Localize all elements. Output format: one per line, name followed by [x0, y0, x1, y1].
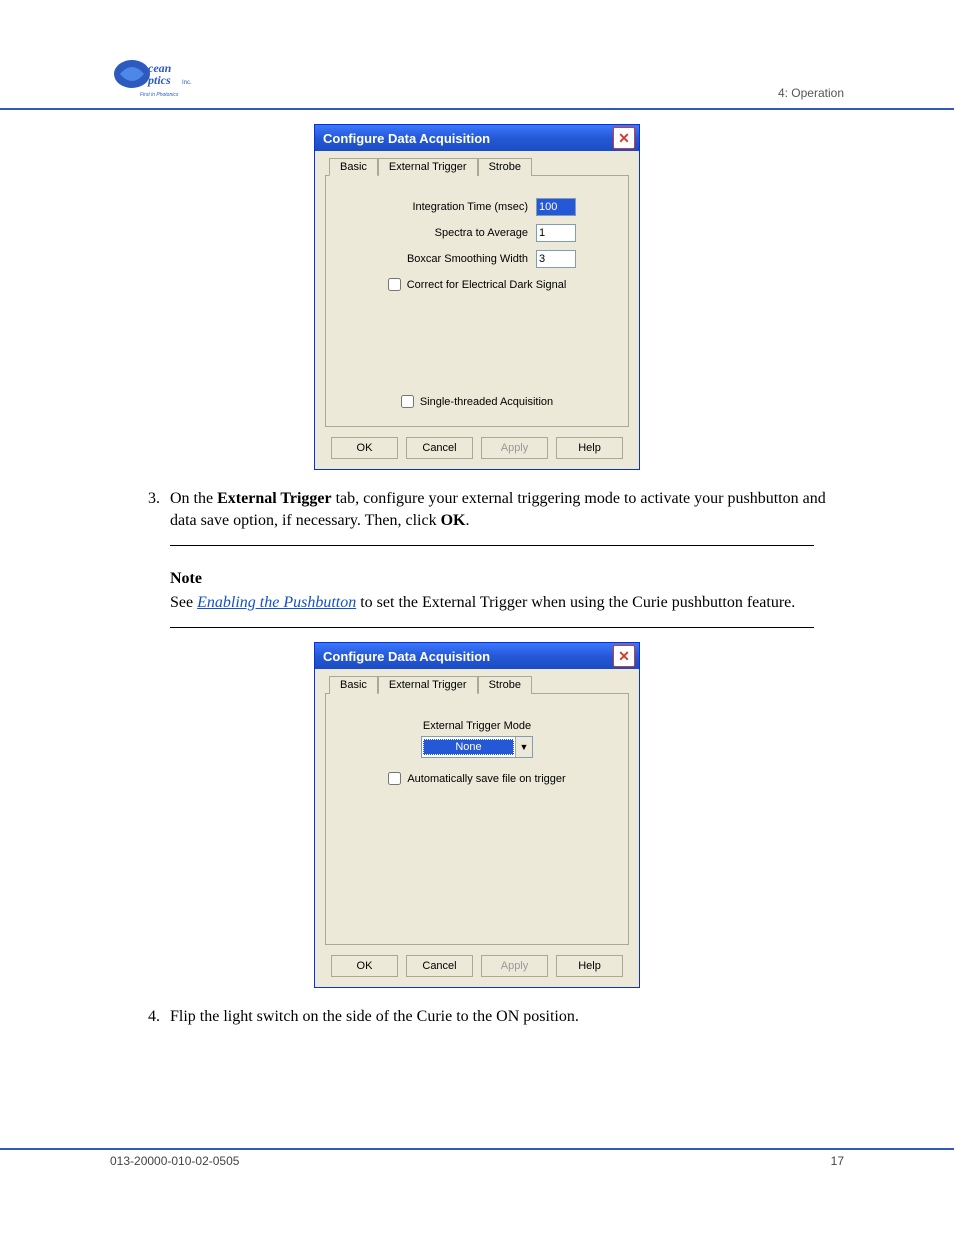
- divider: [170, 627, 814, 628]
- help-button[interactable]: Help: [556, 955, 623, 977]
- ok-button[interactable]: OK: [331, 955, 398, 977]
- step-4: Flip the light switch on the side of the…: [164, 1006, 844, 1028]
- close-icon[interactable]: ✕: [613, 645, 635, 667]
- ok-button[interactable]: OK: [331, 437, 398, 459]
- svg-text:First in Photonics: First in Photonics: [140, 92, 179, 98]
- boxcar-width-input[interactable]: [536, 250, 576, 268]
- tab-external-trigger[interactable]: External Trigger: [378, 676, 478, 694]
- close-icon[interactable]: ✕: [613, 127, 635, 149]
- chevron-down-icon: ▼: [515, 737, 532, 757]
- tab-external-trigger[interactable]: External Trigger: [378, 158, 478, 176]
- chapter-label: 4: Operation: [778, 86, 844, 100]
- tab-basic[interactable]: Basic: [329, 158, 378, 176]
- boxcar-width-label: Boxcar Smoothing Width: [378, 253, 528, 265]
- doc-number: 013-20000-010-02-0505: [110, 1154, 239, 1168]
- single-thread-label: Single-threaded Acquisition: [420, 396, 553, 408]
- tab-basic[interactable]: Basic: [329, 676, 378, 694]
- step-3: On the External Trigger tab, configure y…: [164, 488, 844, 531]
- note-block: Note See Enabling the Pushbutton to set …: [170, 568, 814, 613]
- integration-time-input[interactable]: [536, 198, 576, 216]
- svg-text:Inc.: Inc.: [182, 80, 192, 86]
- apply-button[interactable]: Apply: [481, 955, 548, 977]
- help-button[interactable]: Help: [556, 437, 623, 459]
- dark-signal-label: Correct for Electrical Dark Signal: [407, 279, 567, 291]
- apply-button[interactable]: Apply: [481, 437, 548, 459]
- auto-save-label: Automatically save file on trigger: [407, 773, 565, 785]
- divider: [170, 545, 814, 546]
- note-title: Note: [170, 568, 814, 590]
- dialog-configure-external: Configure Data Acquisition ✕ Basic Exter…: [314, 642, 640, 988]
- dialog-title: Configure Data Acquisition: [323, 131, 490, 146]
- integration-time-label: Integration Time (msec): [378, 201, 528, 213]
- trigger-mode-value: None: [423, 739, 514, 755]
- cancel-button[interactable]: Cancel: [406, 955, 473, 977]
- enabling-pushbutton-link[interactable]: Enabling the Pushbutton: [197, 594, 356, 611]
- cancel-button[interactable]: Cancel: [406, 437, 473, 459]
- svg-text:ptics: ptics: [147, 73, 171, 87]
- tab-strobe[interactable]: Strobe: [478, 676, 532, 694]
- trigger-mode-select[interactable]: None ▼: [421, 736, 533, 758]
- auto-save-checkbox[interactable]: [388, 772, 401, 785]
- dialog-title: Configure Data Acquisition: [323, 649, 490, 664]
- spectra-average-label: Spectra to Average: [378, 227, 528, 239]
- dark-signal-checkbox[interactable]: [388, 278, 401, 291]
- dialog-configure-basic: Configure Data Acquisition ✕ Basic Exter…: [314, 124, 640, 470]
- logo: cean ptics Inc. First in Photonics: [110, 52, 220, 100]
- single-thread-checkbox[interactable]: [401, 395, 414, 408]
- page-number: 17: [831, 1154, 844, 1168]
- trigger-mode-label: External Trigger Mode: [423, 720, 531, 732]
- tab-strobe[interactable]: Strobe: [478, 158, 532, 176]
- spectra-average-input[interactable]: [536, 224, 576, 242]
